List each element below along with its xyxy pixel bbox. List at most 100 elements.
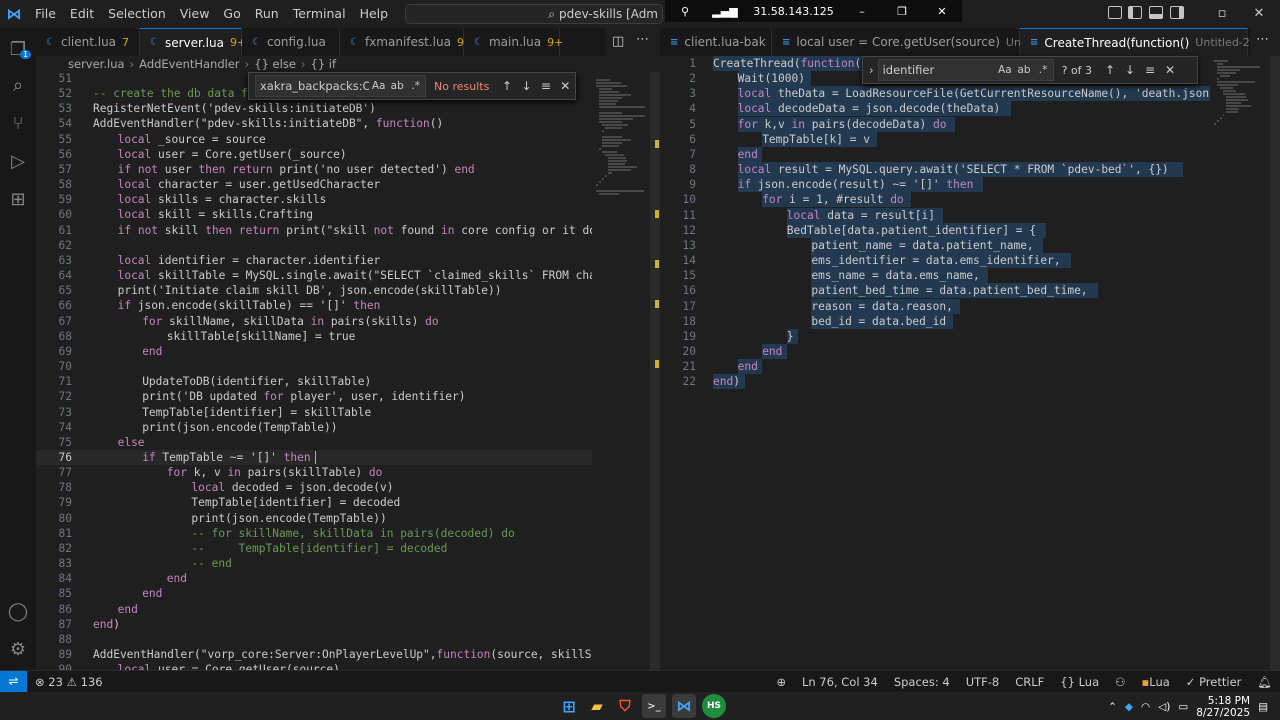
left-scrollbar[interactable] — [650, 72, 660, 670]
search-icon[interactable]: ⌕ — [0, 66, 36, 104]
editor-tab[interactable]: ≡CreateThread(function()Untitled-29✕ — [1020, 28, 1250, 56]
run-debug-icon[interactable]: ▷ — [0, 142, 36, 180]
regex-icon[interactable]: .* — [407, 80, 426, 92]
split-editor-icon[interactable]: ◫ — [612, 34, 624, 49]
minimap-line — [596, 79, 611, 81]
notifications-bell-icon[interactable]: 🔔︎ — [1249, 675, 1280, 689]
menu-go[interactable]: Go — [216, 0, 247, 28]
remote-indicator-icon[interactable]: ⇌ — [0, 670, 27, 693]
explorer-icon[interactable]: ❐ 1 — [0, 30, 36, 68]
indentation[interactable]: Spaces: 4 — [886, 675, 958, 689]
file-explorer-icon[interactable]: ▰ — [585, 694, 609, 718]
editor-tab[interactable]: ☾server.lua9+✕ — [140, 28, 263, 56]
right-minimap[interactable] — [1210, 56, 1270, 670]
editor-tab[interactable]: ☾ config.lua — [242, 28, 340, 56]
match-case-icon[interactable]: Aa — [995, 64, 1014, 76]
toggle-panel-icon[interactable] — [1149, 6, 1163, 19]
layout-customize-icon[interactable] — [1108, 6, 1122, 19]
language-mode[interactable]: {} Lua — [1052, 675, 1107, 689]
next-match-icon[interactable]: ↓ — [1120, 63, 1140, 77]
toggle-secondary-sidebar-icon[interactable] — [1170, 6, 1184, 19]
settings-gear-icon[interactable]: ⚙ — [0, 630, 36, 668]
menu-view[interactable]: View — [173, 0, 217, 28]
breadcrumb-file[interactable]: server.lua — [68, 57, 125, 71]
right-code-editor[interactable]: 1 CreateThread(function() 2 Wait(1000) 3 loca… — [660, 56, 1210, 670]
code-line: 11 local data = result[i] — [660, 207, 1210, 223]
line-number: 74 — [58, 420, 72, 434]
right-more-actions-icon[interactable]: ⋯ — [1256, 32, 1269, 47]
right-scrollbar[interactable] — [1270, 56, 1280, 670]
problems-indicator[interactable]: ⊗ 23 ⚠ 136 — [27, 675, 111, 689]
close-find-icon[interactable]: ✕ — [1160, 63, 1180, 77]
source-control-icon[interactable]: ⑂ — [0, 104, 36, 142]
taskbar-clock[interactable]: 5:18 PM 8/27/2025 — [1196, 695, 1250, 719]
remote-minimize-icon[interactable]: – — [842, 5, 882, 18]
match-whole-word-icon[interactable]: ab — [1014, 64, 1033, 76]
editor-tab[interactable]: ≡local user = Core.getUser(source)Untitl… — [772, 28, 1098, 56]
previous-match-icon[interactable]: ↑ — [1100, 63, 1120, 77]
battery-icon[interactable]: ▭ — [1178, 701, 1188, 713]
windows-start-icon[interactable]: ⊞ — [557, 694, 581, 718]
remote-close-icon[interactable]: ✕ — [922, 5, 962, 18]
editor-tab[interactable]: ≡ client.lua-bak — [660, 28, 772, 56]
menu-help[interactable]: Help — [353, 0, 396, 28]
remote-restore-icon[interactable]: ❐ — [882, 5, 922, 18]
menu-terminal[interactable]: Terminal — [286, 0, 353, 28]
toggle-primary-sidebar-icon[interactable] — [1128, 6, 1142, 19]
line-number: 61 — [58, 223, 72, 237]
find-in-selection-icon[interactable]: ≡ — [536, 79, 555, 93]
window-close-icon[interactable]: ✕ — [1248, 0, 1270, 28]
menu-run[interactable]: Run — [248, 0, 286, 28]
menu-selection[interactable]: Selection — [101, 0, 173, 28]
scrollbar-warning-marker — [655, 210, 659, 218]
editor-tab[interactable]: ☾ client.lua 7 — [36, 28, 140, 56]
hs-app-icon[interactable]: HS — [702, 694, 726, 718]
tray-network-app-icon[interactable]: ◆ — [1125, 701, 1133, 713]
tray-chevron-up-icon[interactable]: ⌃ — [1108, 701, 1117, 713]
breadcrumb-function[interactable]: AddEventHandler — [139, 57, 240, 71]
notification-center-icon[interactable]: ▤ — [1258, 701, 1268, 713]
left-minimap[interactable] — [592, 72, 650, 670]
command-center-search[interactable]: ⌕ pdev-skills [Adm — [405, 4, 663, 24]
zoom-icon[interactable]: ⊕ — [768, 675, 794, 689]
minimap-line — [602, 142, 623, 144]
code-line: 82 -- TempTable[identifier] = decoded — [36, 541, 592, 556]
window-minimize-icon[interactable]: ▫ — [1211, 0, 1233, 28]
left-code-editor[interactable]: 51 52 -- create the db data fo 53 RegisterNe… — [36, 72, 592, 670]
code-text: CreateThread(function() — [713, 57, 868, 70]
lua-language-server[interactable]: ▪Lua — [1133, 675, 1177, 689]
vscode-taskbar-icon[interactable]: ⋈ — [672, 694, 696, 718]
menu-edit[interactable]: Edit — [63, 0, 101, 28]
wifi-icon[interactable]: ◠ — [1141, 701, 1150, 713]
next-match-icon[interactable]: ↓ — [517, 79, 536, 93]
terminal-icon[interactable]: >_ — [642, 694, 666, 718]
toggle-replace-icon[interactable]: › — [869, 63, 874, 77]
previous-match-icon[interactable]: ↑ — [497, 79, 516, 93]
editor-tab[interactable]: ☾ main.lua 9+ — [464, 28, 563, 56]
left-find-input[interactable]: xakra_backpacks:Connect Aa ab .* — [255, 75, 427, 97]
account-icon[interactable]: ◯ — [0, 592, 36, 630]
brave-browser-icon[interactable]: ⛉ — [613, 694, 637, 718]
regex-icon[interactable]: .* — [1034, 64, 1053, 76]
code-text: end) — [93, 617, 120, 631]
cursor-position[interactable]: Ln 76, Col 34 — [794, 675, 886, 689]
breadcrumb-else-block[interactable]: {} else — [254, 57, 296, 71]
match-case-icon[interactable]: Aa — [369, 80, 388, 92]
encoding[interactable]: UTF-8 — [958, 675, 1008, 689]
find-in-selection-icon[interactable]: ≡ — [1140, 63, 1160, 77]
volume-icon[interactable]: ◁) — [1158, 701, 1170, 713]
code-text: end — [142, 587, 163, 601]
copilot-icon[interactable]: ⚇ — [1107, 675, 1133, 689]
match-whole-word-icon[interactable]: ab — [388, 80, 407, 92]
pin-icon[interactable]: ⚲ — [665, 5, 705, 18]
line-number: 70 — [58, 360, 72, 374]
close-find-icon[interactable]: ✕ — [556, 79, 575, 93]
right-find-input[interactable]: identifier Aa ab .* — [877, 59, 1054, 81]
end-of-line[interactable]: CRLF — [1007, 675, 1052, 689]
more-actions-icon[interactable]: ⋯ — [636, 32, 649, 47]
editor-tab[interactable]: ☾ fxmanifest.lua 9 — [340, 28, 464, 56]
menu-file[interactable]: File — [28, 0, 63, 28]
extensions-icon[interactable]: ⊞ — [0, 180, 36, 218]
prettier-formatter[interactable]: ✓ Prettier — [1178, 675, 1250, 689]
breadcrumb-if-block[interactable]: {} if — [311, 57, 337, 71]
